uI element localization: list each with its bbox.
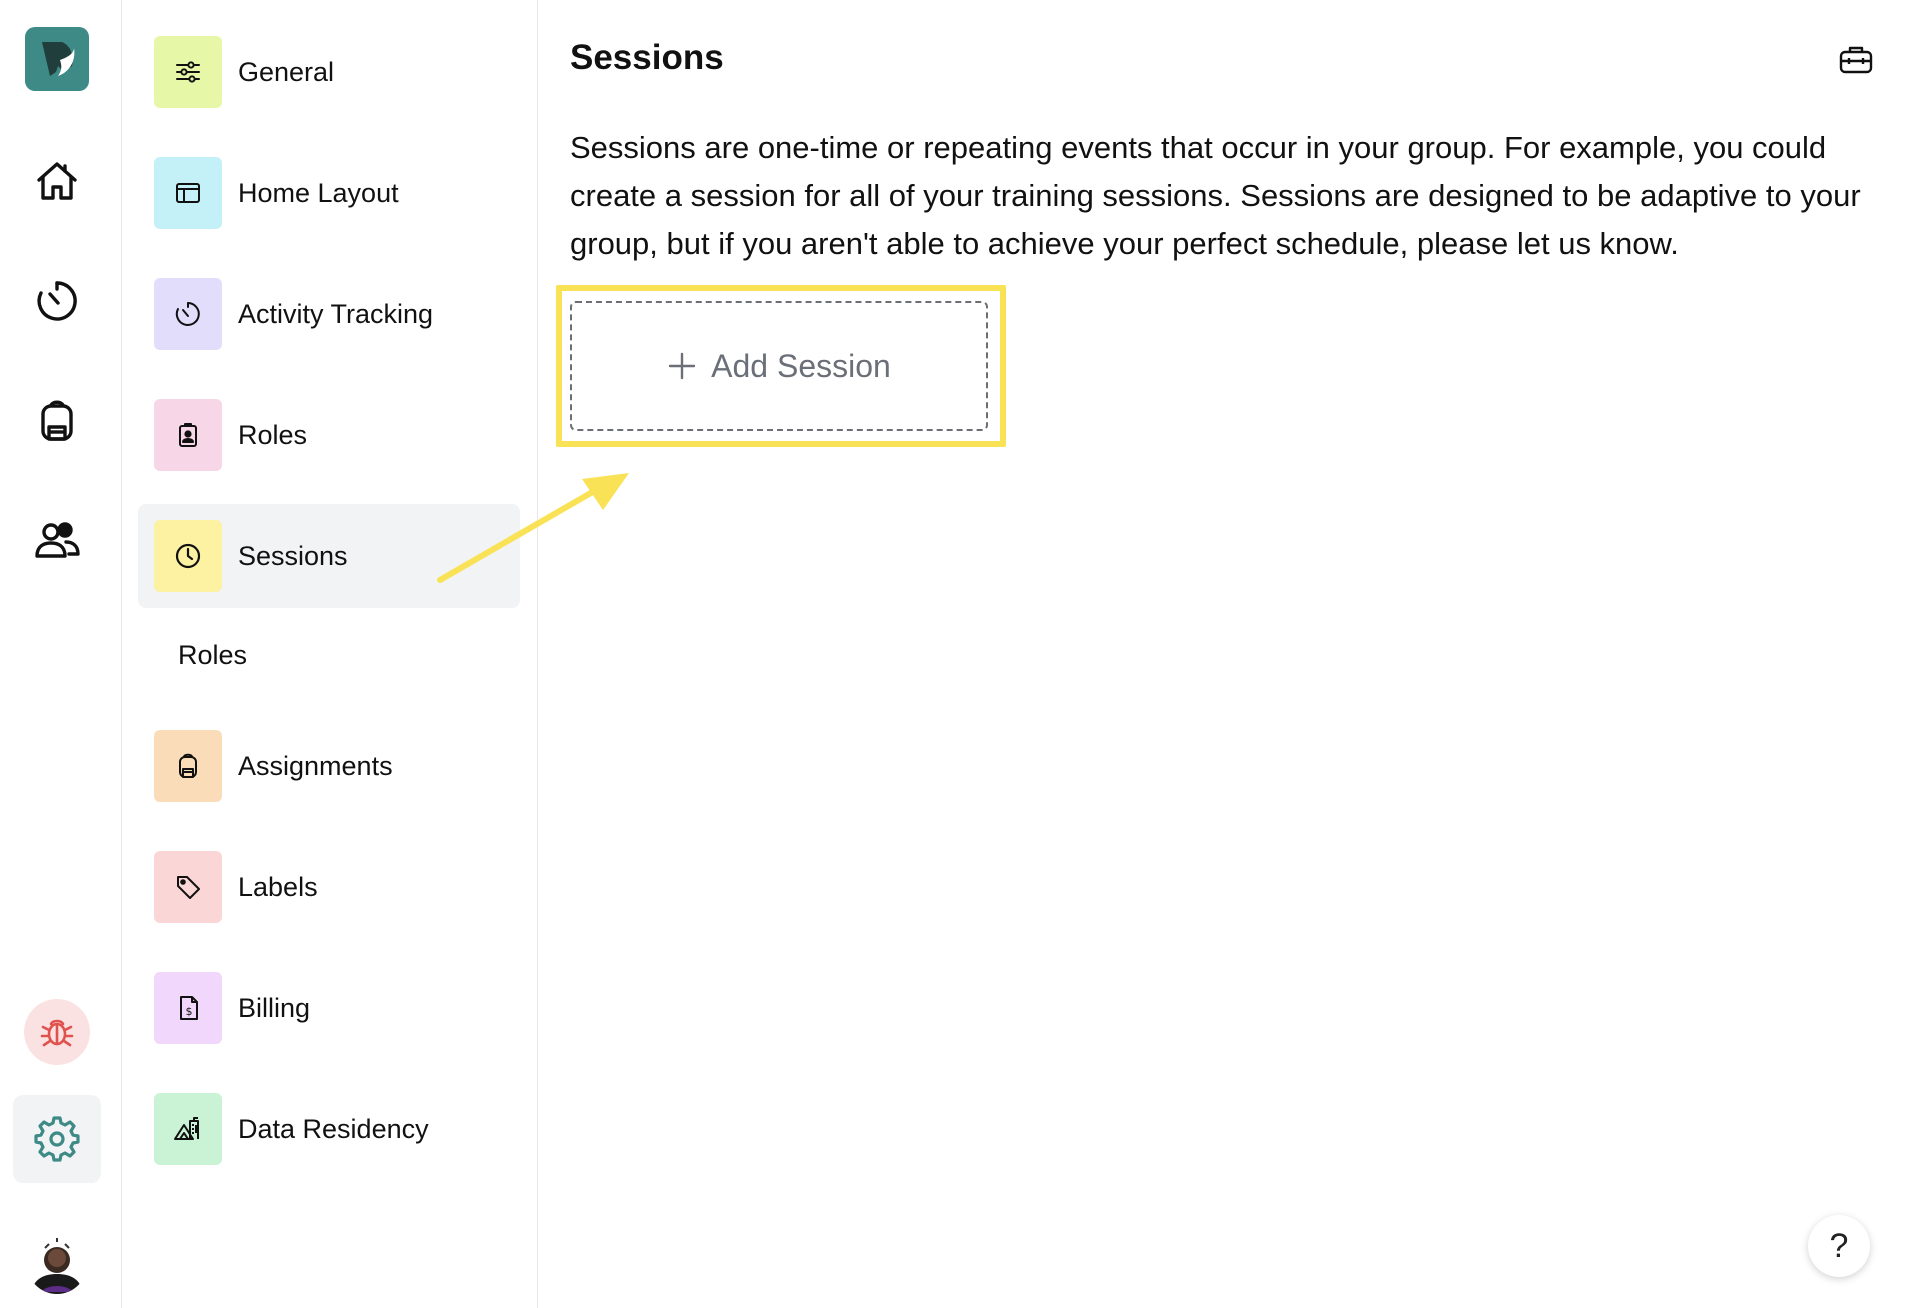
settings-nav: General Home Layout Activity Tracking Ro… bbox=[122, 0, 538, 1308]
avatar[interactable] bbox=[27, 1234, 87, 1294]
layout-icon bbox=[154, 157, 222, 229]
badge-icon bbox=[154, 399, 222, 471]
gear-icon[interactable] bbox=[13, 1095, 101, 1183]
svg-text:$: $ bbox=[186, 1005, 193, 1018]
timer-icon[interactable] bbox=[13, 257, 101, 345]
nav-item-roles[interactable]: Roles bbox=[138, 383, 520, 487]
map-icon bbox=[154, 1093, 222, 1165]
main-content: Sessions Sessions are one-time or repeat… bbox=[538, 0, 1914, 1308]
nav-label: General bbox=[238, 56, 335, 87]
app-logo-icon[interactable] bbox=[25, 27, 89, 91]
page-title: Sessions bbox=[570, 38, 724, 77]
nav-item-billing[interactable]: $ Billing bbox=[138, 956, 520, 1060]
app-window: General Home Layout Activity Tracking Ro… bbox=[0, 0, 1914, 1308]
nav-label: Sessions bbox=[238, 540, 348, 571]
nav-item-general[interactable]: General bbox=[138, 20, 520, 124]
add-session-button[interactable]: Add Session bbox=[570, 301, 988, 431]
help-icon: ? bbox=[1829, 1226, 1849, 1265]
backpack-icon[interactable] bbox=[13, 377, 101, 465]
invoice-icon: $ bbox=[154, 972, 222, 1044]
nav-label: Billing bbox=[238, 992, 311, 1023]
nav-label: Roles bbox=[238, 419, 308, 450]
plus-icon bbox=[668, 352, 696, 380]
toolbox-icon[interactable] bbox=[1834, 40, 1878, 80]
nav-label: Home Layout bbox=[238, 177, 399, 208]
tag-icon bbox=[154, 851, 222, 923]
bug-icon[interactable] bbox=[24, 999, 90, 1065]
nav-item-activity-tracking[interactable]: Activity Tracking bbox=[138, 262, 520, 366]
nav-label: Data Residency bbox=[238, 1113, 429, 1144]
nav-item-home-layout[interactable]: Home Layout bbox=[138, 141, 520, 245]
timer-icon bbox=[154, 278, 222, 350]
home-icon[interactable] bbox=[13, 137, 101, 225]
sessions-description: Sessions are one-time or repeating event… bbox=[570, 130, 1861, 261]
nav-label: Assignments bbox=[238, 750, 393, 781]
sliders-icon bbox=[154, 36, 222, 108]
backpack-icon bbox=[154, 730, 222, 802]
nav-item-data-residency[interactable]: Data Residency bbox=[138, 1077, 520, 1181]
users-icon[interactable] bbox=[13, 497, 101, 585]
nav-item-labels[interactable]: Labels bbox=[138, 835, 520, 939]
section-label-roles: Roles bbox=[178, 640, 248, 670]
add-session-label: Add Session bbox=[711, 347, 891, 384]
clock-icon bbox=[154, 520, 222, 592]
left-rail bbox=[0, 0, 122, 1308]
nav-item-sessions[interactable]: Sessions bbox=[138, 504, 520, 608]
nav-item-assignments[interactable]: Assignments bbox=[138, 714, 520, 818]
help-button[interactable]: ? bbox=[1808, 1215, 1870, 1277]
nav-label: Labels bbox=[238, 871, 318, 902]
nav-label: Activity Tracking bbox=[238, 298, 434, 329]
